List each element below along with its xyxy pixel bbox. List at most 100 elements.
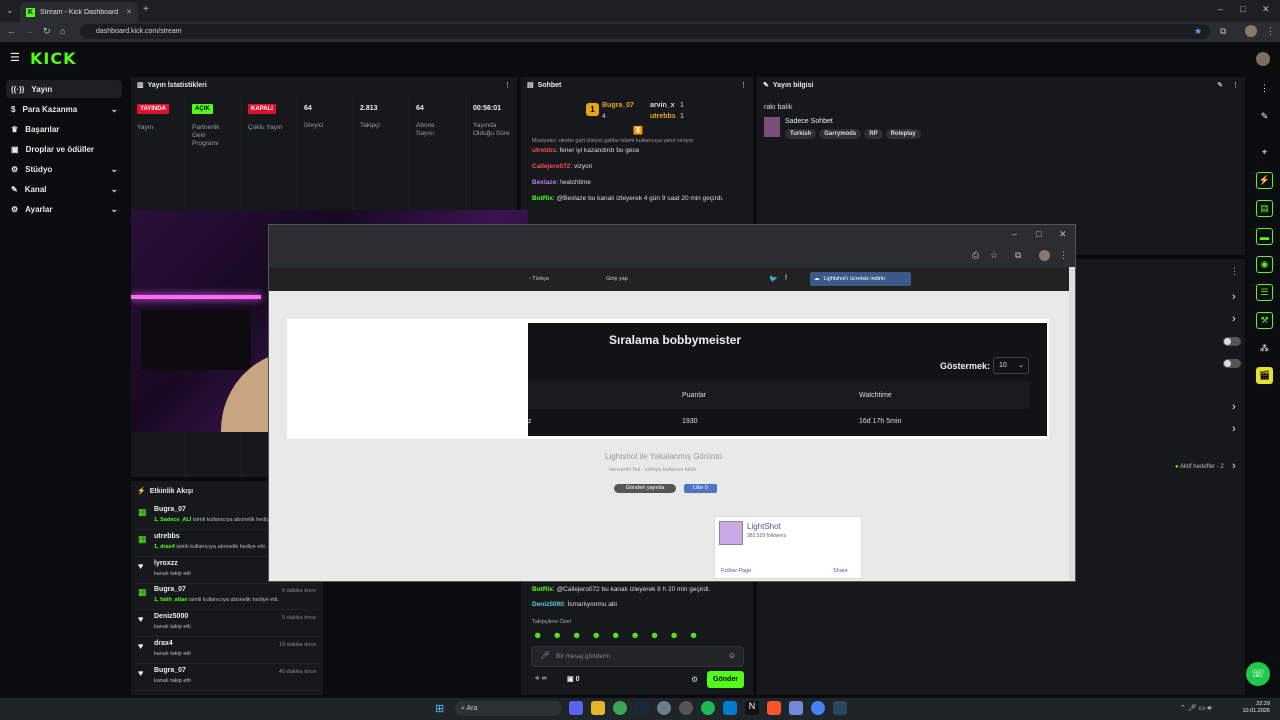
tag[interactable]: RP — [864, 129, 883, 139]
twitter-icon[interactable]: 🐦 — [769, 275, 778, 283]
ls-avatar[interactable] — [1039, 250, 1050, 261]
steam-alt-icon[interactable] — [833, 701, 847, 715]
toggle-switch[interactable] — [1223, 359, 1241, 368]
hamburger-menu-icon[interactable]: ☰ — [10, 53, 20, 64]
share-icon[interactable]: ⁂ — [1256, 340, 1273, 357]
chat-user[interactable]: BotRix — [532, 586, 553, 593]
ls-login[interactable]: Giriş yap — [606, 276, 628, 282]
chevron-right-icon[interactable]: › — [1232, 424, 1236, 435]
chat-user[interactable]: utrebbs — [532, 147, 556, 154]
note-icon[interactable]: ▤ — [1256, 200, 1273, 217]
gift-counter[interactable]: ▣ 0 — [567, 675, 579, 683]
ls-close[interactable]: ✕ — [1059, 230, 1067, 239]
more-icon[interactable]: ⋮ — [504, 81, 511, 89]
more-icon[interactable]: ⋮ — [1256, 80, 1273, 97]
maximize-button[interactable]: □ — [1240, 5, 1245, 14]
chat-bubble-icon[interactable]: ▬ — [1256, 228, 1273, 245]
windows-start-icon[interactable]: ⊞ — [435, 702, 444, 715]
ls-similar-link[interactable]: benzerini bul — [609, 467, 640, 473]
tag[interactable]: Roleplay — [885, 129, 921, 139]
mic-icon[interactable]: 🎤︎ — [540, 651, 550, 660]
points-display[interactable]: ⟡ ∞ — [535, 675, 547, 683]
url-field[interactable]: dashboard.kick.com/stream — [80, 24, 1210, 39]
ls-star-icon[interactable]: ☆ — [990, 251, 998, 260]
ls-scrollbar[interactable] — [1069, 267, 1075, 581]
chat-input[interactable]: Bir mesaj gönderin — [556, 653, 610, 660]
chat-user[interactable]: Callejero072 — [532, 163, 570, 170]
bolt-icon[interactable]: ⚡ — [1256, 172, 1273, 189]
sidebar-item-yayin[interactable]: ((·)) Yayın — [6, 80, 122, 98]
ls-fb-name[interactable]: LightShot — [747, 522, 781, 531]
notion-icon[interactable]: N — [745, 701, 759, 715]
ls-fb-follow[interactable]: Follow Page — [721, 568, 751, 574]
chrome-active-icon[interactable] — [811, 701, 825, 715]
sidebar-item-ayarlar[interactable]: ⚙ Ayarlar ⌄ — [6, 200, 122, 218]
github-icon[interactable] — [679, 701, 693, 715]
category-name[interactable]: Sadece Sohbet — [785, 118, 833, 125]
tab-menu-icon[interactable]: ⌄ — [6, 6, 14, 15]
minimize-button[interactable]: – — [1218, 5, 1223, 14]
broadcast-icon[interactable]: ◉ — [1256, 256, 1273, 273]
clapper-icon[interactable]: 🎬︎ — [1256, 367, 1273, 384]
layout-icon[interactable]: ☰ — [1256, 284, 1273, 301]
chat-settings-icon[interactable]: ⚙ — [691, 675, 698, 684]
sidebar-item-studyo[interactable]: ⚙ Stüdyo ⌄ — [6, 160, 122, 178]
ls-minimize[interactable]: – — [1012, 230, 1017, 239]
tag[interactable]: Garrymods — [819, 129, 862, 139]
sidebar-item-droplar[interactable]: ▣ Droplar ve ödüller — [6, 140, 122, 158]
emote-icon[interactable]: ☻ — [611, 630, 620, 642]
kick-logo[interactable]: KICK — [30, 49, 77, 68]
taskbar-search[interactable]: ⌕ Ara — [455, 701, 562, 716]
chevron-right-icon[interactable]: › — [1232, 314, 1236, 325]
active-goals-link[interactable]: ● Aktif hedefler - 2 — [1175, 464, 1224, 470]
pencil-icon[interactable]: ✎ — [1256, 108, 1273, 125]
home-icon[interactable]: ⌂ — [60, 27, 65, 36]
facebook-icon[interactable]: f — [785, 275, 787, 282]
chrome-icon[interactable] — [613, 701, 627, 715]
forward-icon[interactable]: → — [25, 27, 34, 36]
chat-user[interactable]: Deniz5000 — [532, 601, 564, 608]
obs-icon[interactable] — [657, 701, 671, 715]
more-icon[interactable]: ⋮ — [1230, 267, 1239, 276]
ls-menu-icon[interactable]: ⋮ — [1059, 251, 1068, 260]
ls-show-select[interactable]: 10 ⌄ — [993, 357, 1029, 374]
discord-icon[interactable] — [569, 701, 583, 715]
support-chat-icon[interactable]: ☏ — [1246, 662, 1270, 686]
tag[interactable]: Turkish — [785, 129, 817, 139]
more-icon[interactable]: ⋮ — [740, 81, 747, 89]
new-tab-button[interactable]: + — [143, 5, 149, 15]
emote-icon[interactable]: ☻ — [689, 630, 698, 642]
sidebar-item-kanal[interactable]: ✎ Kanal ⌄ — [6, 180, 122, 198]
tray-icons[interactable]: ⌃ 🎤︎ ▭ 🔊︎ — [1180, 704, 1212, 713]
toggle-switch[interactable] — [1223, 337, 1241, 346]
emote-icon[interactable]: ☻ — [533, 630, 542, 642]
wrench-icon[interactable]: ⚒ — [1256, 312, 1273, 329]
reload-icon[interactable]: ↻ — [43, 27, 51, 36]
ls-extensions-icon[interactable]: ⧉ — [1015, 251, 1021, 260]
ls-report-link[interactable]: kötüye kullanım bildir — [645, 467, 696, 473]
emote-icon[interactable]: ☻ — [552, 630, 561, 642]
ls-language[interactable]: - Türkçe — [529, 276, 549, 282]
steam-icon[interactable] — [635, 701, 649, 715]
ls-download-button[interactable]: ☁ Lightshot'ı ücretsiz indirin — [810, 272, 911, 286]
ls-maximize[interactable]: □ — [1036, 230, 1041, 239]
chat-user[interactable]: BotRix — [532, 195, 553, 202]
chevron-right-icon[interactable]: › — [1232, 292, 1236, 303]
send-button[interactable]: Gönder — [707, 671, 744, 688]
sidebar-item-basarilar[interactable]: ♛ Başarılar — [6, 120, 122, 138]
chat-user[interactable]: Bexlaze — [532, 179, 556, 186]
spotify-icon[interactable] — [701, 701, 715, 715]
expand-icon[interactable]: ⏬ — [633, 127, 643, 135]
close-button[interactable]: ✕ — [1262, 5, 1270, 14]
clock[interactable]: 22:29 10.01.2026 — [1242, 701, 1270, 715]
emote-icon[interactable]: ☻ — [572, 630, 581, 642]
emote-icon[interactable]: ☻ — [650, 630, 659, 642]
ls-fb-share[interactable]: Share — [833, 568, 848, 574]
chevron-right-icon[interactable]: › — [1232, 402, 1236, 413]
profile-avatar[interactable] — [1245, 25, 1257, 37]
app-icon[interactable] — [789, 701, 803, 715]
emote-icon[interactable]: ☻ — [630, 630, 639, 642]
more-icon[interactable]: ⋮ — [1232, 81, 1239, 89]
back-icon[interactable]: ← — [7, 27, 16, 36]
vscode-icon[interactable] — [723, 701, 737, 715]
